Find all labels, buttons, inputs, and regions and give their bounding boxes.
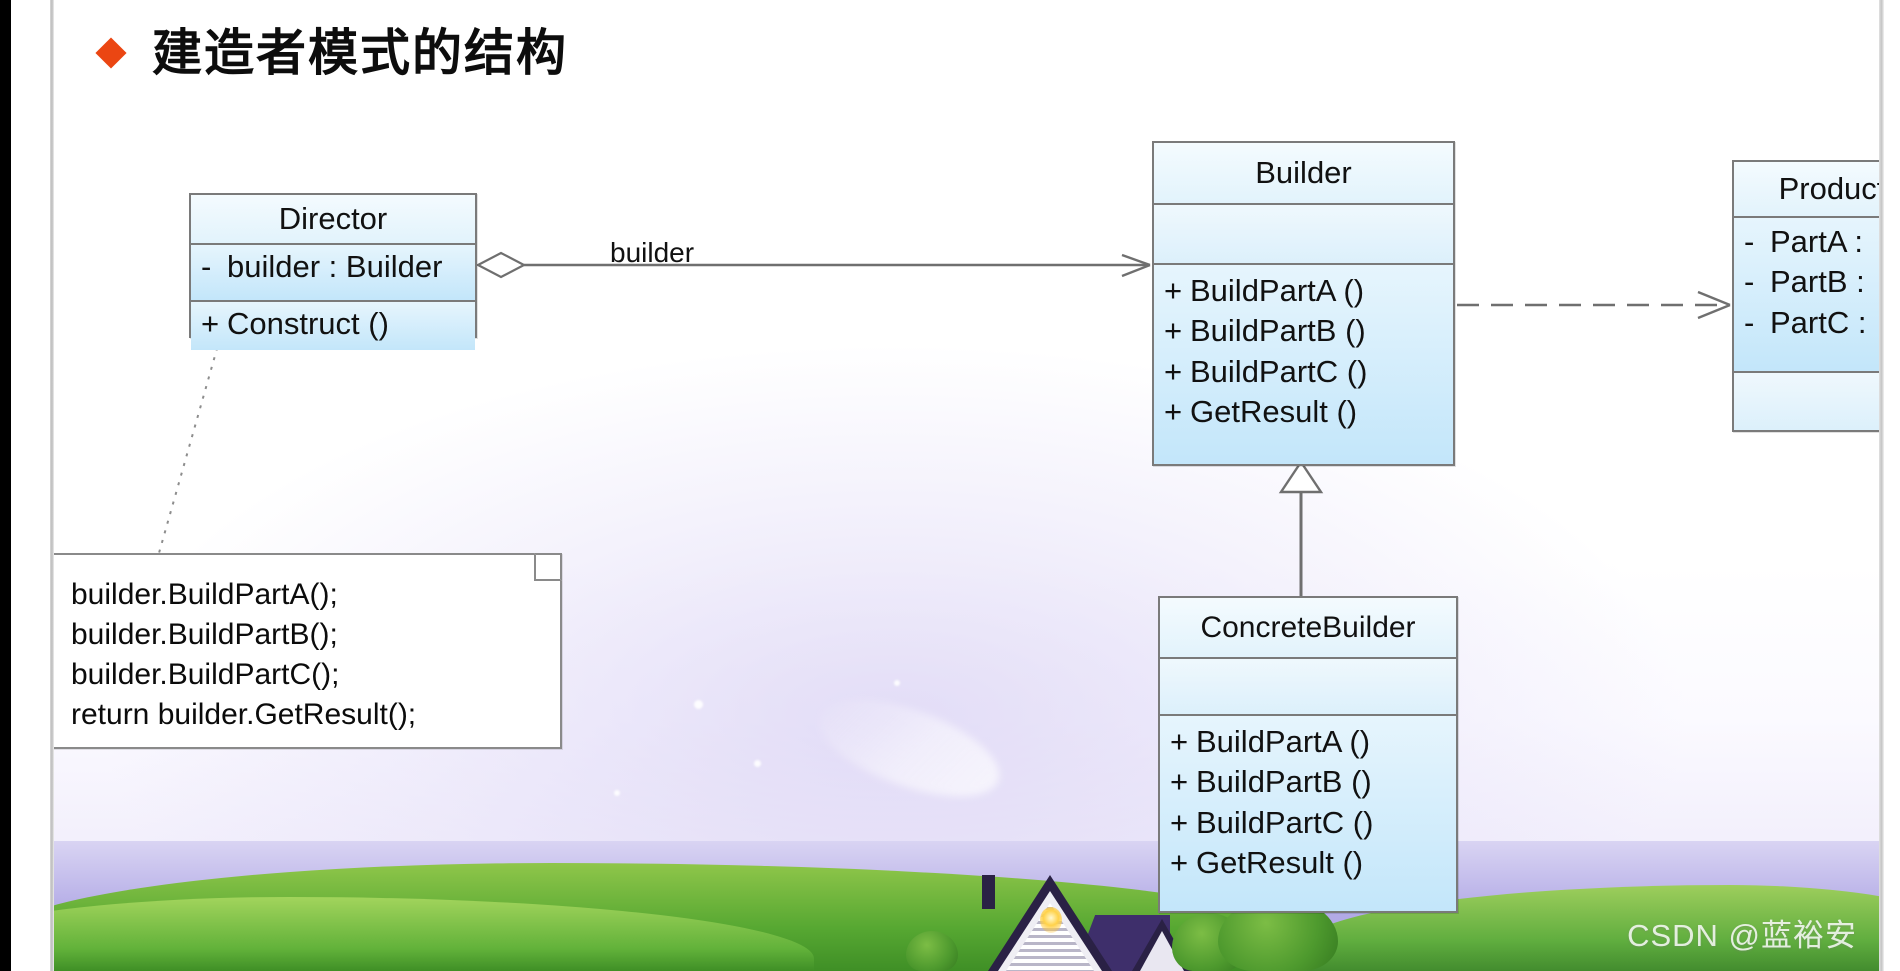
house-lamp-glow	[1040, 907, 1062, 933]
class-box-concrete-builder[interactable]: ConcreteBuilder + BuildPartA () + BuildPar…	[1158, 596, 1458, 913]
visibility-marker: +	[1164, 273, 1183, 308]
note-anchor-connector	[158, 337, 221, 554]
operation-text: BuildPartC ()	[1190, 353, 1368, 389]
operation-row: + BuildPartB ()	[1160, 762, 1456, 802]
sparkle-decoration	[694, 700, 703, 709]
operation-row: + Construct ()	[191, 304, 475, 344]
generalization-connector	[1278, 459, 1324, 596]
sparkle-decoration	[754, 760, 761, 767]
relationship-overlay	[158, 251, 1731, 596]
dependency-connector	[1457, 290, 1731, 320]
note-line: return builder.GetResult();	[71, 697, 417, 731]
class-attributes-product: - PartA : - PartB : - PartC :	[1734, 218, 1879, 373]
page-left-black-border	[0, 0, 11, 971]
landscape-decoration	[54, 841, 1879, 971]
class-name-builder: Builder	[1154, 143, 1453, 205]
page-title: 建造者模式的结构	[152, 24, 568, 82]
visibility-marker: +	[201, 306, 220, 341]
note-body: builder.BuildPartA(); builder.BuildPartB…	[54, 555, 560, 735]
class-box-product[interactable]: Product - PartA : - PartB : - PartC :	[1732, 160, 1879, 432]
note-line: builder.BuildPartA();	[71, 578, 338, 611]
operation-row: + GetResult ()	[1154, 392, 1453, 432]
class-box-builder[interactable]: Builder + BuildPartA () + BuildPartB () + B…	[1152, 141, 1455, 466]
visibility-marker: -	[1744, 304, 1755, 340]
page-left-gutter	[11, 0, 50, 971]
operation-row: + BuildPartA ()	[1154, 271, 1453, 311]
note-line: builder.BuildPartB();	[71, 617, 338, 651]
house-illustration	[936, 859, 1192, 971]
visibility-marker: +	[1170, 724, 1189, 759]
class-operations-director: + Construct ()	[191, 302, 475, 350]
attribute-row: - PartA :	[1734, 222, 1879, 262]
attribute-text: builder : Builder	[227, 249, 443, 284]
class-attributes-concrete-builder	[1160, 659, 1456, 716]
visibility-marker: -	[1744, 264, 1755, 300]
attribute-row: - PartB :	[1734, 262, 1879, 302]
operation-row: + BuildPartC ()	[1160, 803, 1456, 843]
diamond-bullet-icon	[95, 37, 127, 69]
class-operations-product	[1734, 373, 1879, 430]
visibility-marker: +	[1164, 353, 1183, 389]
note-box[interactable]: builder.BuildPartA(); builder.BuildPartB…	[54, 553, 562, 749]
attribute-text: PartB :	[1770, 264, 1865, 300]
operation-row: + BuildPartC ()	[1154, 352, 1453, 392]
operation-row: + BuildPartB ()	[1154, 311, 1453, 351]
slide-screenshot: 建造者模式的结构 builder Director - builder: Bu…	[0, 0, 1900, 971]
note-line: builder.BuildPartC();	[71, 657, 340, 691]
class-operations-concrete-builder: + BuildPartA () + BuildPartB () + BuildPart…	[1160, 716, 1456, 911]
aggregation-connector	[475, 251, 1151, 279]
slide-canvas: 建造者模式的结构 builder Director - builder: Bu…	[54, 0, 1879, 971]
sparkle-decoration	[614, 790, 620, 796]
page-right-gutter	[1884, 0, 1900, 971]
class-operations-builder: + BuildPartA () + BuildPartB () + BuildPart…	[1154, 265, 1453, 464]
class-box-director[interactable]: Director - builder : Builder + Construct (…	[189, 193, 477, 350]
attribute-text: PartA :	[1770, 224, 1864, 259]
class-name-concrete-builder: ConcreteBuilder	[1160, 598, 1456, 659]
visibility-marker: +	[1170, 764, 1189, 800]
visibility-marker: +	[1164, 393, 1183, 429]
operation-text: GetResult ()	[1190, 393, 1358, 429]
slide-title-row: 建造者模式的结构	[95, 24, 568, 82]
attribute-row: - builder : Builder	[191, 247, 475, 287]
operation-text: Construct ()	[227, 306, 389, 341]
class-attributes-builder	[1154, 205, 1453, 265]
operation-row: + BuildPartA ()	[1160, 722, 1456, 762]
class-name-product: Product	[1734, 162, 1879, 218]
association-role-label: builder	[610, 237, 695, 268]
class-attributes-director: - builder : Builder	[191, 245, 475, 302]
visibility-marker: +	[1164, 313, 1183, 349]
sparkle-decoration	[894, 680, 900, 686]
operation-text: BuildPartA ()	[1190, 273, 1365, 308]
comet-streak-decoration	[806, 679, 1012, 817]
class-name-director: Director	[191, 195, 475, 245]
visibility-marker: +	[1170, 804, 1189, 840]
operation-text: BuildPartB ()	[1196, 764, 1372, 800]
operation-text: BuildPartB ()	[1190, 313, 1366, 349]
visibility-marker: -	[1744, 224, 1755, 259]
operation-text: BuildPartA ()	[1196, 724, 1371, 759]
operation-text: BuildPartC ()	[1196, 804, 1374, 840]
operation-text: GetResult ()	[1196, 844, 1364, 880]
visibility-marker: -	[201, 249, 212, 284]
attribute-text: PartC :	[1770, 304, 1867, 340]
watermark: CSDN @蓝裕安	[1627, 918, 1857, 953]
visibility-marker: +	[1170, 844, 1189, 880]
operation-row: + GetResult ()	[1160, 843, 1456, 883]
attribute-row: - PartC :	[1734, 303, 1879, 343]
